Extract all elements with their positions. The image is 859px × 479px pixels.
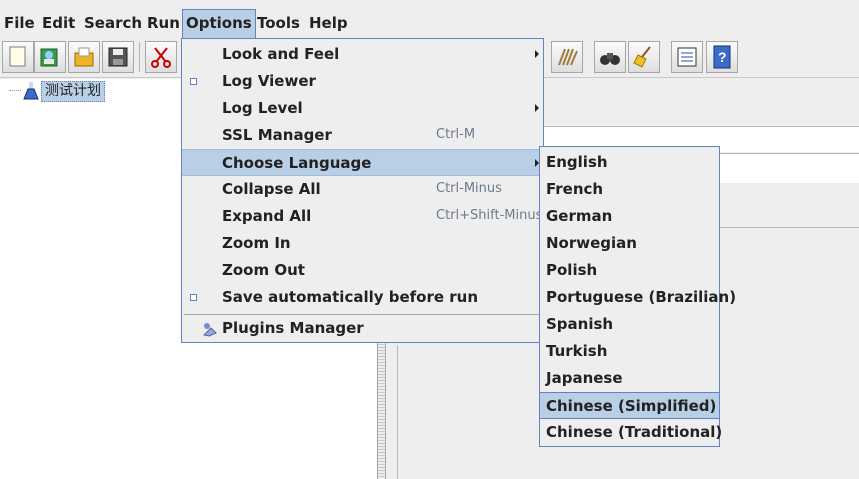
options-menu: Look and Feel Log Viewer Log Level SSL M…: [181, 38, 544, 343]
new-button[interactable]: [2, 41, 34, 73]
svg-text:?: ?: [718, 49, 727, 65]
menu-item-save-automatically[interactable]: Save automatically before run: [182, 284, 543, 311]
function-helper-icon: [677, 47, 697, 67]
tree-node-label[interactable]: 测试计划: [41, 81, 105, 102]
panel-inner-border: [386, 345, 398, 479]
menu-item-look-and-feel[interactable]: Look and Feel: [182, 41, 543, 68]
menu-search[interactable]: Search: [80, 9, 146, 38]
menu-item-zoom-in[interactable]: Zoom In: [182, 230, 543, 257]
tree-handle: [9, 90, 21, 91]
panel-divider: [719, 227, 859, 249]
new-icon: [9, 46, 26, 67]
clear-all-icon: [558, 48, 578, 66]
language-submenu: English French German Norwegian Polish P…: [539, 146, 736, 447]
menu-item-expand-all[interactable]: Expand All Ctrl+Shift-Minus: [182, 203, 543, 230]
plugins-icon: [202, 321, 218, 341]
menu-options[interactable]: Options: [182, 9, 256, 38]
menu-item-choose-language[interactable]: Choose Language: [182, 149, 543, 176]
templates-icon: [40, 48, 58, 67]
split-pane-divider[interactable]: [377, 340, 386, 479]
menu-help[interactable]: Help: [305, 9, 352, 38]
checkbox-icon[interactable]: [190, 294, 197, 301]
menu-item-log-viewer[interactable]: Log Viewer: [182, 68, 543, 95]
toolbar-separator: [139, 42, 140, 72]
open-icon: [74, 47, 94, 67]
binoculars-icon: [600, 53, 620, 65]
checkbox-icon[interactable]: [190, 78, 197, 85]
menu-file[interactable]: File: [0, 9, 39, 38]
beaker-icon: [23, 81, 39, 105]
templates-button[interactable]: [34, 41, 66, 73]
save-icon: [108, 47, 128, 67]
help-button[interactable]: ?: [706, 41, 738, 73]
language-item[interactable]: Polish: [540, 257, 719, 284]
help-icon: ?: [713, 45, 731, 69]
clear-all-button[interactable]: [551, 41, 583, 73]
function-helper-button[interactable]: [671, 41, 703, 73]
language-item-selected[interactable]: Chinese (Simplified): [540, 392, 719, 419]
menu-item-ssl-manager[interactable]: SSL Manager Ctrl-M: [182, 122, 543, 149]
menu-edit[interactable]: Edit: [38, 9, 79, 38]
language-item[interactable]: Spanish: [540, 311, 719, 338]
cut-button[interactable]: [145, 41, 177, 73]
menu-bar: File Edit Search Run Options Tools Help: [0, 0, 859, 38]
menu-item-plugins-manager[interactable]: Plugins Manager: [182, 315, 543, 342]
search-button[interactable]: [594, 41, 626, 73]
language-item[interactable]: Turkish: [540, 338, 719, 365]
language-item[interactable]: Japanese: [540, 365, 719, 392]
menu-item-log-level[interactable]: Log Level: [182, 95, 543, 122]
language-item[interactable]: Norwegian: [540, 230, 719, 257]
save-button[interactable]: [102, 41, 134, 73]
menu-item-zoom-out[interactable]: Zoom Out: [182, 257, 543, 284]
submenu-arrow-icon: [535, 50, 539, 58]
open-button[interactable]: [68, 41, 100, 73]
menu-run[interactable]: Run: [143, 9, 184, 38]
language-item[interactable]: Chinese (Traditional): [540, 419, 722, 446]
submenu-arrow-icon: [535, 104, 539, 112]
language-item[interactable]: English: [540, 149, 719, 176]
broom-icon: [633, 46, 651, 68]
reset-search-button[interactable]: [628, 41, 660, 73]
comments-field[interactable]: [719, 153, 859, 183]
menu-item-collapse-all[interactable]: Collapse All Ctrl-Minus: [182, 176, 543, 203]
language-item[interactable]: French: [540, 176, 719, 203]
language-item[interactable]: German: [540, 203, 719, 230]
language-item[interactable]: Portuguese (Brazilian): [540, 284, 736, 311]
cut-icon: [151, 47, 171, 68]
menu-tools[interactable]: Tools: [253, 9, 304, 38]
